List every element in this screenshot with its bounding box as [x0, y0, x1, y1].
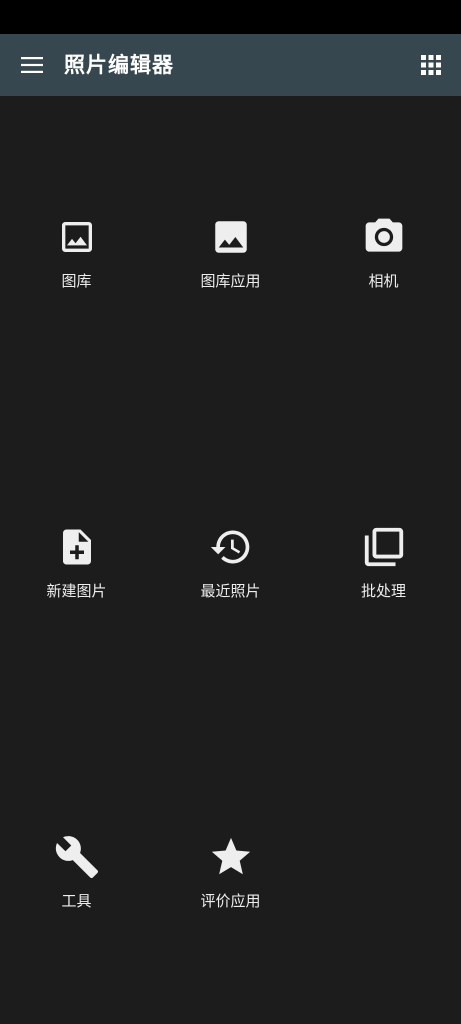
star-icon — [207, 833, 255, 881]
image-outline-icon — [53, 213, 101, 261]
status-bar — [0, 0, 461, 34]
new-file-icon — [53, 523, 101, 571]
camera-icon — [360, 213, 408, 261]
menu-button[interactable] — [14, 47, 50, 83]
tile-gallery[interactable]: 图库 — [0, 213, 153, 333]
tile-recent-photos[interactable]: 最近照片 — [154, 523, 307, 643]
tile-gallery-app[interactable]: 图库应用 — [154, 213, 307, 333]
wrench-icon — [53, 833, 101, 881]
app-bar: 照片编辑器 — [0, 34, 461, 96]
image-icon — [207, 213, 255, 261]
tile-label: 相机 — [368, 272, 399, 290]
tile-batch[interactable]: 批处理 — [307, 523, 460, 643]
tile-label: 新建图片 — [46, 582, 107, 600]
main-menu-grid: 图库 图库应用 相机 新建图片 最近照片 批处理 工具 评价应用 — [0, 96, 461, 1024]
tile-tools[interactable]: 工具 — [0, 833, 153, 953]
apps-grid-icon — [420, 54, 442, 76]
tile-label: 工具 — [61, 892, 92, 910]
tile-camera[interactable]: 相机 — [307, 213, 460, 333]
history-icon — [207, 523, 255, 571]
tile-label: 图库应用 — [200, 272, 261, 290]
batch-library-icon — [360, 523, 408, 571]
tile-label: 图库 — [61, 272, 92, 290]
apps-button[interactable] — [413, 47, 449, 83]
tile-label: 批处理 — [360, 582, 406, 600]
menu-icon — [20, 53, 44, 77]
page-title: 照片编辑器 — [64, 53, 174, 77]
tile-new-image[interactable]: 新建图片 — [0, 523, 153, 643]
tile-rate-app[interactable]: 评价应用 — [154, 833, 307, 953]
tile-label: 最近照片 — [200, 582, 261, 600]
tile-label: 评价应用 — [200, 892, 261, 910]
